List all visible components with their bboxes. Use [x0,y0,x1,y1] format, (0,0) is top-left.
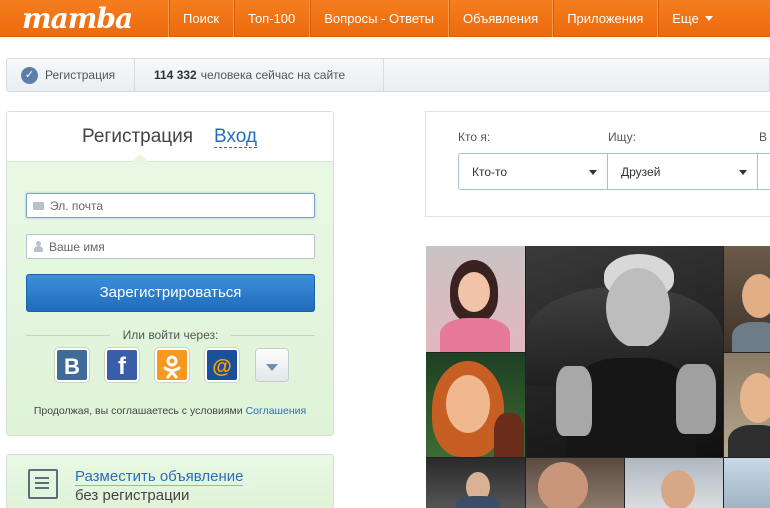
top-nav-bar: mamba Поиск Топ-100 Вопросы - Ответы Объ… [0,0,770,37]
mailru-login-button[interactable]: @ [205,348,239,382]
envelope-icon [33,201,44,210]
user-photo[interactable] [724,246,770,352]
tab-login[interactable]: Вход [214,126,257,148]
document-icon [28,469,58,499]
vk-login-button[interactable]: B [55,348,89,382]
status-bar: ✓ Регистрация 114 332 человека сейчас на… [6,58,770,92]
chevron-down-icon [739,170,747,175]
user-photo[interactable] [426,246,525,352]
seek-value: Друзей [621,164,661,179]
email-placeholder: Эл. почта [50,198,104,213]
search-panel: Кто я: Ищу: В Кто-то Друзей [425,111,770,217]
third-label: В [759,130,768,144]
nav-more[interactable]: Еще [657,0,730,37]
user-photo[interactable] [426,353,525,457]
who-select[interactable]: Кто-то [458,153,608,190]
who-label: Кто я: [458,130,491,144]
user-photo[interactable] [526,458,624,508]
user-photo[interactable] [724,458,770,508]
status-registration[interactable]: ✓ Регистрация [7,59,135,91]
social-login-buttons: B f @ [55,348,289,382]
user-photo-grid [426,246,770,508]
terms-text: Продолжая, вы соглашаетесь с условиями [33,405,243,417]
odnoklassniki-login-button[interactable] [155,348,189,382]
facebook-login-button[interactable]: f [105,348,139,382]
email-field[interactable]: Эл. почта [26,193,315,218]
nav-top100[interactable]: Топ-100 [233,0,309,37]
user-photo[interactable] [724,353,770,457]
nav-ads[interactable]: Объявления [447,0,552,37]
main-nav: Поиск Топ-100 Вопросы - Ответы Объявлени… [168,0,731,37]
person-icon [33,241,43,252]
or-login-with: Или войти через: [26,328,315,342]
online-counter: 114 332 человека сейчас на сайте [136,59,384,91]
name-placeholder: Ваше имя [49,239,105,254]
online-text: человека сейчас на сайте [200,68,346,82]
seek-label: Ищу: [608,130,636,144]
name-field[interactable]: Ваше имя [26,234,315,259]
who-value: Кто-то [472,164,508,179]
auth-tabs: Регистрация Вход [7,112,333,162]
nav-apps[interactable]: Приложения [552,0,657,37]
registration-panel: Регистрация Вход Эл. почта Ваше имя Заре… [6,111,334,436]
post-ad-link[interactable]: Разместить объявление [75,468,244,486]
chevron-down-icon [589,170,597,175]
check-icon: ✓ [21,66,38,84]
chevron-down-icon [704,16,713,21]
terms-note: Продолжая, вы соглашаетесь с условиями С… [7,405,333,417]
registration-form: Эл. почта Ваше имя Зарегистрироваться Ил… [7,162,333,435]
nav-search[interactable]: Поиск [168,0,233,37]
chevron-down-icon [266,364,278,371]
post-ad-panel: Разместить объявление без регистрации [6,454,334,508]
nav-questions-answers[interactable]: Вопросы - Ответы [309,0,448,37]
tab-register[interactable]: Регистрация [82,126,193,148]
status-registration-label: Регистрация [45,68,116,82]
tab-pointer [132,154,148,162]
third-select[interactable] [757,153,770,190]
terms-link[interactable]: Соглашения [246,405,307,417]
online-count: 114 332 [154,68,197,82]
user-photo[interactable] [625,458,723,508]
nav-more-label: Еще [672,11,699,26]
register-button[interactable]: Зарегистрироваться [26,274,315,312]
seek-select[interactable]: Друзей [607,153,758,190]
ok-icon [163,355,181,379]
user-photo[interactable] [526,246,723,457]
post-ad-subtitle: без регистрации [75,487,190,504]
user-photo[interactable] [426,458,525,508]
more-socials-button[interactable] [255,348,289,382]
mamba-logo[interactable]: mamba [22,2,133,35]
